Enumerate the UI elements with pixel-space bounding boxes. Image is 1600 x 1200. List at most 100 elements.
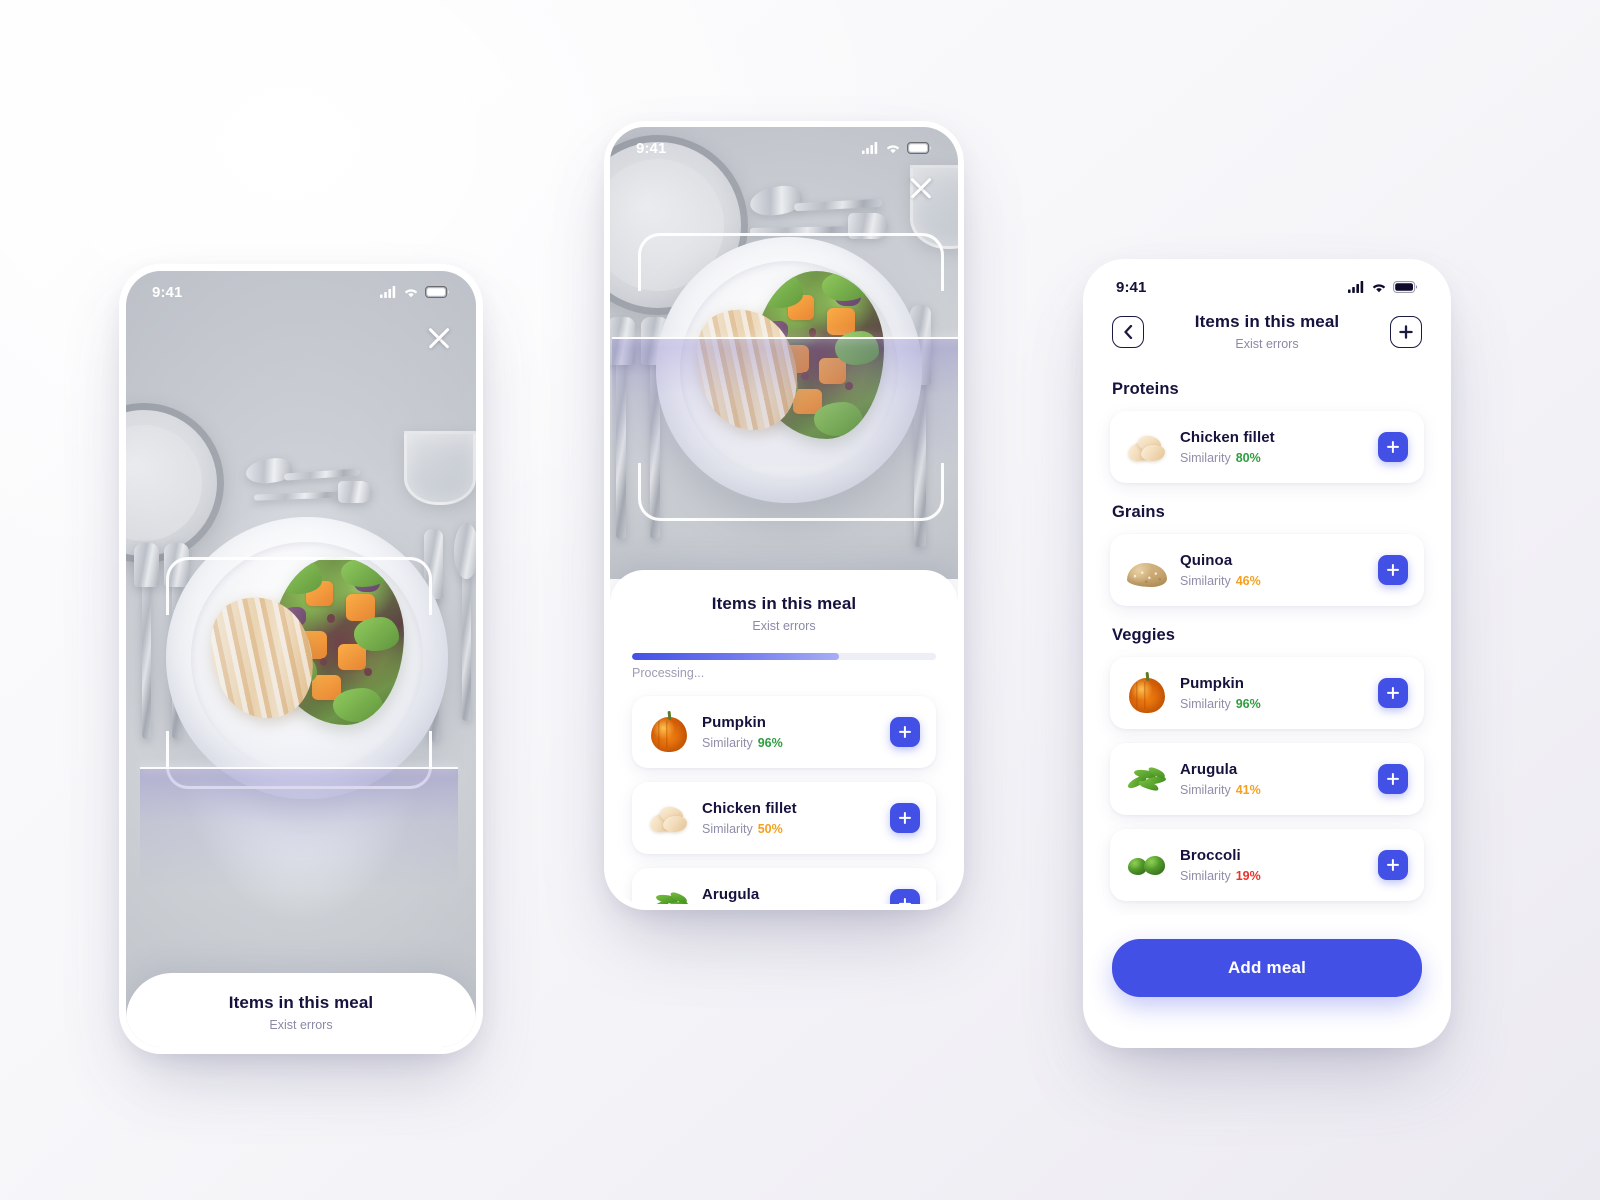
progress-fill	[632, 653, 839, 660]
add-item-button[interactable]	[1378, 764, 1408, 794]
group-title-grains: Grains	[1112, 503, 1165, 521]
group-title-proteins: Proteins	[1112, 380, 1179, 398]
add-item-button[interactable]	[890, 889, 920, 904]
add-item-button[interactable]	[1378, 850, 1408, 880]
header-titles: Items in this meal Exist errors	[1144, 312, 1390, 351]
status-bar: 9:41	[126, 271, 476, 313]
progress-track	[632, 653, 936, 660]
similarity-value: 19%	[1235, 869, 1261, 883]
cellular-signal-icon	[862, 142, 878, 154]
similarity-value: 50%	[757, 822, 783, 836]
arugula-thumb	[647, 883, 690, 904]
table-row[interactable]: Arugula Similarity 41%	[1110, 743, 1424, 815]
detected-items-list: Pumpkin Similarity 96% Chicken fillet Sim…	[632, 696, 936, 904]
close-button[interactable]	[424, 323, 454, 353]
similarity-label: Similarity	[1180, 783, 1231, 797]
similarity-label: Similarity	[1180, 451, 1231, 465]
item-similarity: Similarity 80%	[1180, 451, 1378, 465]
similarity-label: Similarity	[702, 736, 753, 750]
status-bar-time: 9:41	[152, 283, 183, 301]
similarity-value: 46%	[1235, 574, 1261, 588]
item-text: Pumpkin Similarity 96%	[702, 714, 890, 750]
status-bar-icons	[380, 286, 450, 298]
phone-mockup-scan: 9:41 Items in this meal Exist errors	[119, 264, 483, 1054]
add-item-button[interactable]	[890, 717, 920, 747]
item-text: Chicken fillet Similarity 50%	[702, 800, 890, 836]
item-name: Chicken fillet	[702, 800, 797, 817]
cellular-signal-icon	[380, 286, 396, 298]
quinoa-thumb	[1126, 549, 1168, 591]
add-item-button[interactable]	[890, 803, 920, 833]
page-title: Items in this meal	[1194, 312, 1340, 331]
item-name: Arugula	[1180, 761, 1238, 778]
item-text: Arugula Similarity 41%	[1180, 761, 1378, 797]
wifi-icon	[1372, 284, 1386, 293]
phone-mockup-processing: 9:41 Items in this meal Exist errors Pro…	[604, 121, 964, 910]
add-meal-button[interactable]: Add meal	[1112, 939, 1422, 997]
broccoli-thumb	[1126, 844, 1168, 886]
battery-icon	[1393, 281, 1418, 293]
photo-vignette	[126, 271, 476, 1047]
results-list: Proteins Chicken fillet Similarity 80% Gr…	[1090, 372, 1444, 915]
pumpkin-thumb	[648, 711, 690, 753]
item-similarity: Similarity 96%	[702, 736, 890, 750]
similarity-value: 96%	[757, 736, 783, 750]
veggies-items: Pumpkin Similarity 96% Arugula Similarity…	[1110, 657, 1424, 901]
cellular-signal-icon	[1348, 281, 1364, 293]
item-text: Arugula Similarity27%	[702, 886, 890, 904]
sheet-subtitle: Exist errors	[752, 619, 816, 633]
add-item-button[interactable]	[1378, 432, 1408, 462]
item-name: Pumpkin	[702, 714, 767, 731]
item-text: Pumpkin Similarity 96%	[1180, 675, 1378, 711]
similarity-label: Similarity	[1180, 869, 1231, 883]
sheet-title: Items in this meal	[228, 993, 374, 1012]
item-name: Chicken fillet	[1180, 429, 1275, 446]
pumpkin-thumb	[1126, 672, 1168, 714]
processing-progress: Processing...	[632, 653, 936, 680]
arugula-thumb	[1125, 758, 1168, 800]
bottom-sheet-peek[interactable]: Items in this meal Exist errors	[126, 973, 476, 1047]
table-row[interactable]: Broccoli Similarity 19%	[1110, 829, 1424, 901]
add-meal-item-button[interactable]	[1390, 315, 1422, 348]
item-similarity: Similarity 46%	[1180, 574, 1378, 588]
list-item[interactable]: Chicken fillet Similarity 50%	[632, 782, 936, 854]
camera-viewfinder	[126, 271, 476, 1047]
similarity-value: 41%	[1235, 783, 1261, 797]
progress-label: Processing...	[632, 666, 705, 680]
item-similarity: Similarity 96%	[1180, 697, 1378, 711]
similarity-value: 80%	[1235, 451, 1261, 465]
add-item-button[interactable]	[1378, 555, 1408, 585]
back-button[interactable]	[1112, 315, 1144, 348]
results-header: Items in this meal Exist errors	[1090, 312, 1444, 351]
item-text: Chicken fillet Similarity 80%	[1180, 429, 1378, 465]
wifi-icon	[404, 289, 418, 298]
plus-icon	[1399, 324, 1413, 339]
table-row[interactable]: Chicken fillet Similarity 80%	[1110, 411, 1424, 483]
table-row[interactable]: Pumpkin Similarity 96%	[1110, 657, 1424, 729]
battery-icon	[425, 286, 450, 298]
similarity-label: Similarity	[702, 822, 753, 836]
results-bottom-sheet: Items in this meal Exist errors Processi…	[610, 570, 958, 904]
chicken-thumb	[1126, 426, 1168, 468]
group-title-veggies: Veggies	[1112, 626, 1176, 644]
phone-screen-processing: 9:41 Items in this meal Exist errors Pro…	[610, 127, 958, 904]
item-similarity: Similarity 50%	[702, 822, 890, 836]
similarity-label: Similarity	[1180, 574, 1231, 588]
add-item-button[interactable]	[1378, 678, 1408, 708]
close-button[interactable]	[906, 173, 936, 203]
table-row[interactable]: Quinoa Similarity 46%	[1110, 534, 1424, 606]
chevron-left-icon	[1123, 324, 1132, 339]
status-bar-icons	[862, 142, 932, 154]
item-similarity: Similarity 19%	[1180, 869, 1378, 883]
list-item[interactable]: Pumpkin Similarity 96%	[632, 696, 936, 768]
chicken-thumb	[648, 797, 690, 839]
page-subtitle: Exist errors	[1235, 337, 1299, 351]
status-bar-time: 9:41	[1116, 278, 1147, 296]
item-name: Pumpkin	[1180, 675, 1245, 692]
item-text: Quinoa Similarity 46%	[1180, 552, 1378, 588]
item-name: Quinoa	[1180, 552, 1233, 569]
status-bar-icons	[1348, 281, 1418, 293]
phone-screen-scan: 9:41 Items in this meal Exist errors	[126, 271, 476, 1047]
list-item[interactable]: Arugula Similarity27%	[632, 868, 936, 904]
status-bar-time: 9:41	[636, 139, 667, 157]
